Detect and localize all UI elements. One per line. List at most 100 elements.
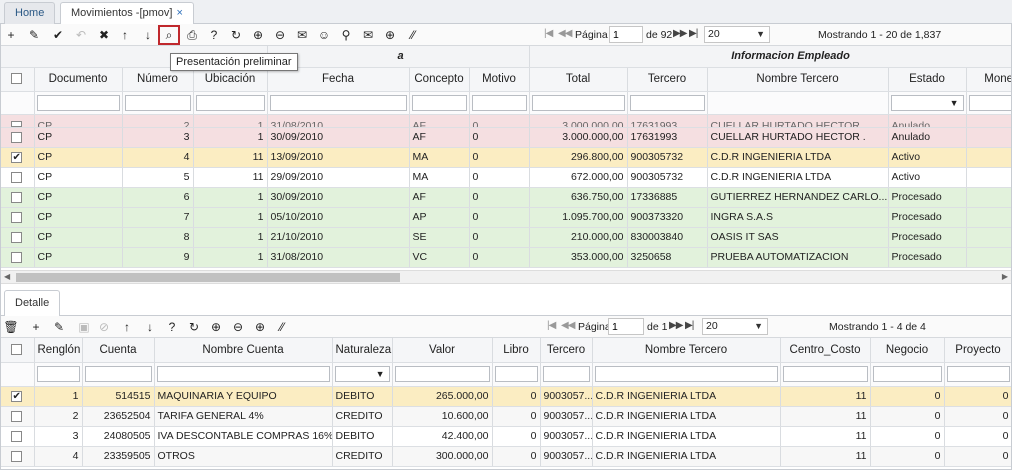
row-select-checkbox[interactable]: [11, 131, 23, 143]
row-select-checkbox[interactable]: [11, 191, 23, 203]
scroll-right-icon[interactable]: ▶: [1002, 272, 1008, 281]
row-select-checkbox[interactable]: [11, 171, 23, 183]
row-select-checkbox[interactable]: [11, 231, 23, 243]
cancel-icon[interactable]: ⊘: [96, 319, 112, 335]
col-total[interactable]: Total: [529, 67, 628, 92]
next-page-icon[interactable]: ▶▶: [669, 320, 683, 331]
row-select-checkbox[interactable]: ✔: [11, 151, 23, 163]
col-naturaleza[interactable]: Naturaleza: [332, 338, 393, 363]
undo-icon[interactable]: ↶: [73, 27, 89, 43]
table-row[interactable]: CP 3 1 30/09/2010 AF 0 3.000.000,00 17631993 CUE…: [0, 127, 1012, 148]
col-moneda[interactable]: Moneda: [966, 67, 1012, 92]
filter-total[interactable]: [531, 94, 625, 111]
save-check-icon[interactable]: ✔: [50, 27, 66, 43]
move-down-icon[interactable]: ↓: [140, 27, 156, 43]
user-icon[interactable]: ☺: [316, 27, 332, 43]
row-select-checkbox[interactable]: ✔: [11, 390, 23, 402]
col-motivo[interactable]: Motivo: [469, 67, 530, 92]
filter-tercero[interactable]: [542, 366, 590, 382]
table-row[interactable]: 2 23652504 TARIFA GENERAL 4% CREDITO 10.600,…: [0, 406, 1012, 427]
col-cuenta[interactable]: Cuenta: [82, 338, 155, 363]
print-icon[interactable]: ⎙: [184, 27, 200, 43]
zoom-out-icon[interactable]: ⊖: [272, 27, 288, 43]
scroll-left-icon[interactable]: ◀: [4, 272, 10, 281]
table-row[interactable]: CP 2 1 31/08/2010 AF 0 3.000.000,00 17631993 CUE…: [0, 114, 1012, 128]
page-number-input[interactable]: [609, 26, 643, 43]
help-icon[interactable]: ?: [164, 319, 180, 335]
filter-moneda[interactable]: [968, 94, 1012, 111]
filter-documento[interactable]: [36, 94, 120, 111]
table-row[interactable]: 4 23359505 OTROS CREDITO 300.000,00 0 9003057.…: [0, 446, 1012, 467]
add-circle-icon[interactable]: ⊕: [382, 27, 398, 43]
col-concepto[interactable]: Concepto: [409, 67, 470, 92]
filter-estado[interactable]: ▼: [890, 94, 964, 111]
filter-libro[interactable]: [494, 366, 538, 382]
col-tercero[interactable]: Tercero: [627, 67, 708, 92]
select-all-header[interactable]: [0, 67, 35, 92]
first-page-icon[interactable]: |◀: [544, 28, 553, 39]
horizontal-scrollbar[interactable]: ◀ ▶: [0, 270, 1012, 284]
prev-page-icon[interactable]: ◀◀: [558, 28, 572, 39]
select-all-checkbox[interactable]: [11, 73, 23, 85]
col-tercero[interactable]: Tercero: [540, 338, 593, 363]
select-all-header[interactable]: [0, 338, 35, 363]
table-row[interactable]: 3 24080505 IVA DESCONTABLE COMPRAS 16% DEBI…: [0, 426, 1012, 447]
edit-icon[interactable]: ✎: [26, 27, 42, 43]
filter-valor[interactable]: [394, 366, 490, 382]
edit-icon[interactable]: ✎: [51, 319, 67, 335]
col-valor[interactable]: Valor: [392, 338, 493, 363]
table-row[interactable]: CP 5 11 29/09/2010 MA 0 672.000,00 900305732 C.D…: [0, 167, 1012, 188]
save-icon[interactable]: ▣: [76, 319, 92, 335]
row-select-checkbox[interactable]: [11, 430, 23, 442]
table-row[interactable]: CP 9 1 31/08/2010 VC 0 353.000,00 3250658 PRUEBA…: [0, 247, 1012, 268]
email-icon[interactable]: ✉: [360, 27, 376, 43]
col-negocio[interactable]: Negocio: [870, 338, 945, 363]
scrollbar-thumb[interactable]: [16, 273, 400, 282]
filter-centro-costo[interactable]: [782, 366, 868, 382]
page-number-input[interactable]: [608, 318, 644, 335]
col-estado[interactable]: Estado: [888, 67, 967, 92]
trash-icon[interactable]: 🗑: [3, 319, 19, 335]
filter-fecha[interactable]: [269, 94, 407, 111]
filter-nombre-tercero[interactable]: [594, 366, 778, 382]
col-nombre-cuenta[interactable]: Nombre Cuenta: [154, 338, 333, 363]
filter-naturaleza[interactable]: ▼: [334, 366, 390, 382]
first-page-icon[interactable]: |◀: [547, 320, 556, 331]
page-size-select[interactable]: 20 ▼: [704, 26, 770, 43]
next-page-icon[interactable]: ▶▶: [673, 28, 687, 39]
cancel-icon[interactable]: ✖: [96, 27, 112, 43]
pin-icon[interactable]: ⚲: [338, 27, 354, 43]
filter-proyecto[interactable]: [946, 366, 1010, 382]
table-row[interactable]: ✔ 1 514515 MAQUINARIA Y EQUIPO DEBITO 265.000…: [0, 386, 1012, 407]
table-row[interactable]: CP 7 1 05/10/2010 AP 0 1.095.700,00 900373320 IN…: [0, 207, 1012, 228]
refresh-icon[interactable]: ↻: [186, 319, 202, 335]
last-page-icon[interactable]: ▶|: [689, 28, 698, 39]
filter-ubicacion[interactable]: [195, 94, 265, 111]
col-centro-costo[interactable]: Centro_Costo: [780, 338, 871, 363]
comment-icon[interactable]: ✉: [294, 27, 310, 43]
add-icon[interactable]: +: [28, 319, 44, 335]
add-icon[interactable]: +: [3, 27, 19, 43]
col-libro[interactable]: Libro: [492, 338, 541, 363]
tab-movimientos[interactable]: Movimientos -[pmov] ×: [60, 2, 194, 25]
tab-home[interactable]: Home: [4, 2, 56, 24]
table-row[interactable]: CP 8 1 21/10/2010 SE 0 210.000,00 830003840 OASI…: [0, 227, 1012, 248]
table-row[interactable]: ✔ CP 4 11 13/09/2010 MA 0 296.800,00 900305732 C.…: [0, 147, 1012, 168]
filter-cuenta[interactable]: [84, 366, 152, 382]
filter-renglon[interactable]: [36, 366, 80, 382]
filter-numero[interactable]: [124, 94, 191, 111]
move-up-icon[interactable]: ↑: [117, 27, 133, 43]
col-nombre-tercero[interactable]: Nombre Tercero: [592, 338, 781, 363]
move-up-icon[interactable]: ↑: [119, 319, 135, 335]
table-row[interactable]: CP 6 1 30/09/2010 AF 0 636.750,00 17336885 GUTIE…: [0, 187, 1012, 208]
close-tab-icon[interactable]: ×: [176, 7, 182, 19]
col-proyecto[interactable]: Proyecto: [944, 338, 1012, 363]
move-down-icon[interactable]: ↓: [142, 319, 158, 335]
filter-concepto[interactable]: [411, 94, 467, 111]
row-select-checkbox[interactable]: [11, 410, 23, 422]
filter-negocio[interactable]: [872, 366, 942, 382]
row-select-checkbox[interactable]: [11, 120, 23, 126]
filter-tercero[interactable]: [629, 94, 705, 111]
row-select-checkbox[interactable]: [11, 251, 23, 263]
last-page-icon[interactable]: ▶|: [685, 320, 694, 331]
